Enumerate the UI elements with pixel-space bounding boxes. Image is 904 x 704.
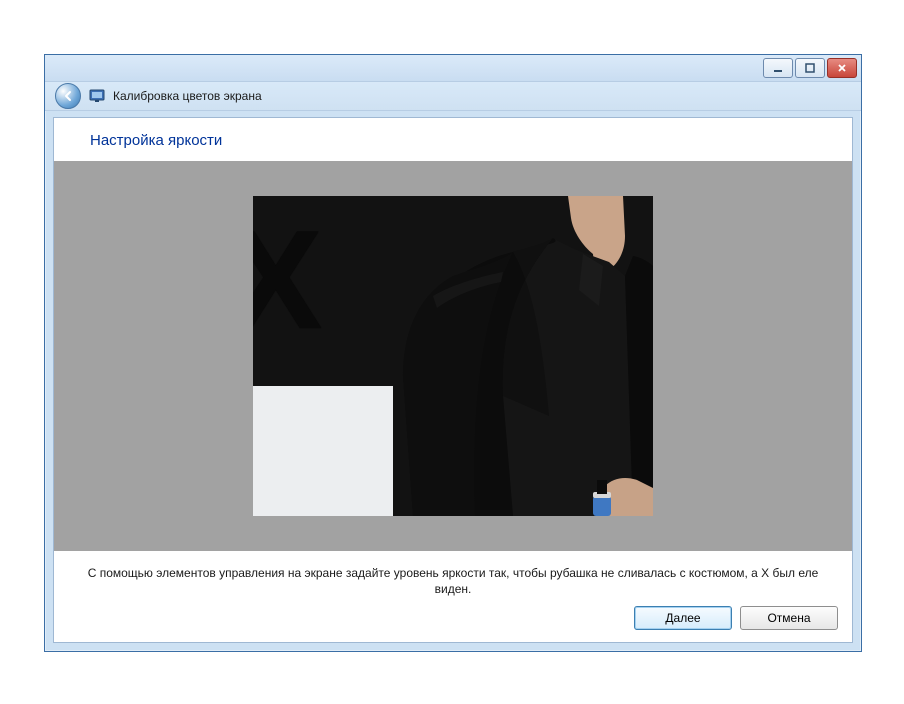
calibration-reference-image: X [253,196,653,516]
minimize-button[interactable] [763,58,793,78]
maximize-button[interactable] [795,58,825,78]
content-panel: Настройка яркости X [53,117,853,643]
cancel-button[interactable]: Отмена [740,606,838,630]
titlebar [45,55,861,82]
app-icon [89,88,105,104]
window-controls [763,58,857,78]
back-button[interactable] [55,83,81,109]
close-button[interactable] [827,58,857,78]
next-button[interactable]: Далее [634,606,732,630]
header-bar: Калибровка цветов экрана [45,82,861,111]
button-row: Далее Отмена [634,606,838,630]
instruction-text: С помощью элементов управления на экране… [54,551,852,597]
wizard-window: Калибровка цветов экрана Настройка яркос… [44,54,862,652]
calibration-person [253,196,653,516]
calibration-image-area: X [54,161,852,551]
page-heading: Настройка яркости [54,118,852,161]
header-title: Калибровка цветов экрана [113,89,262,103]
